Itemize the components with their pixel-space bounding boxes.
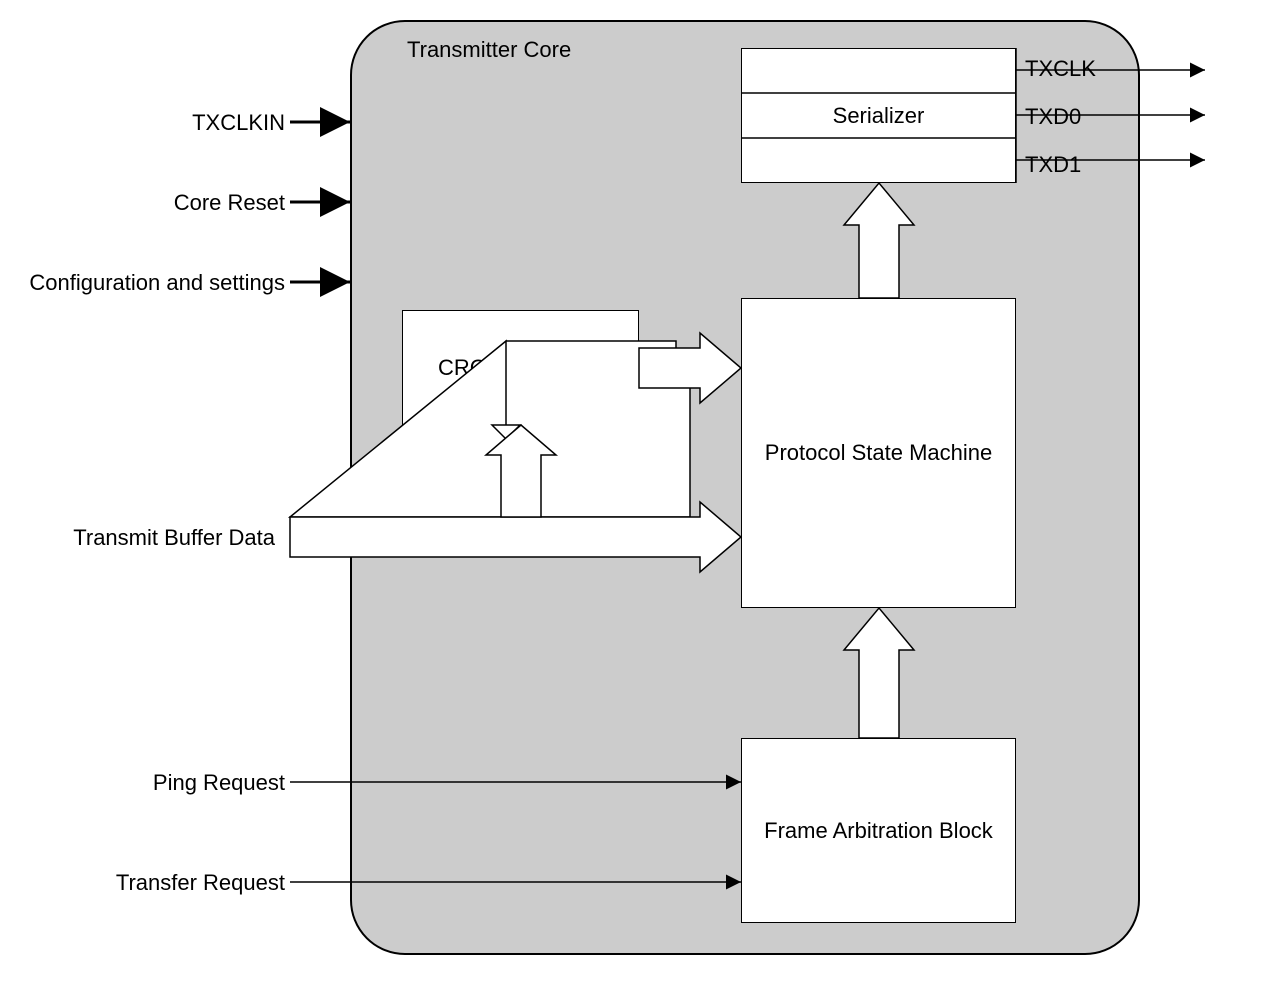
connections-layer	[0, 0, 1275, 983]
diagram-canvas: Transmitter Core Serializer CRC Submodul…	[0, 0, 1275, 983]
